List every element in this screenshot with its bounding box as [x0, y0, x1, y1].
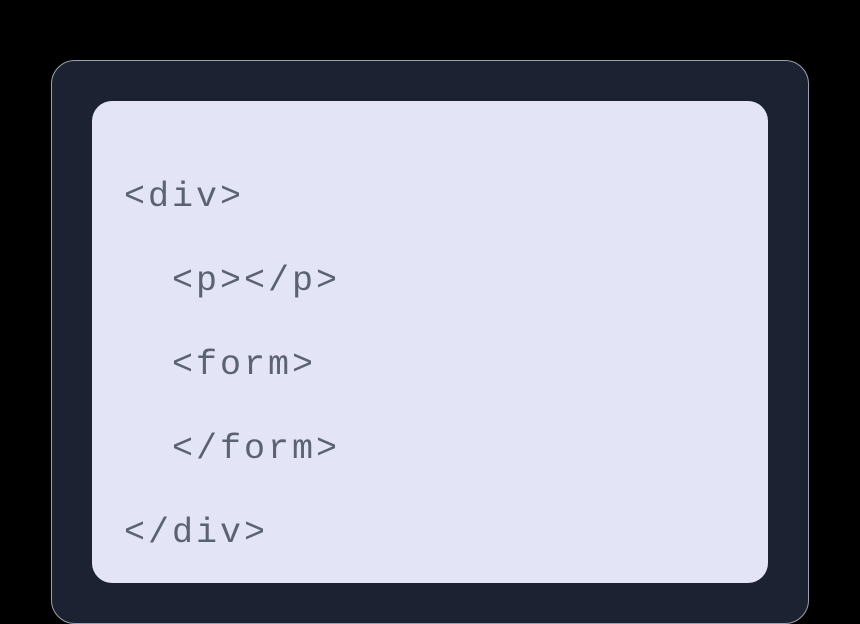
- code-line-2: <p></p>: [124, 239, 736, 323]
- code-line-5: </div>: [124, 491, 736, 575]
- code-line-1: <div>: [124, 155, 736, 239]
- code-line-4: </form>: [124, 407, 736, 491]
- code-line-3: <form>: [124, 323, 736, 407]
- code-frame: <div> <p></p> <form> </form> </div>: [51, 60, 809, 624]
- code-block: <div> <p></p> <form> </form> </div>: [92, 101, 768, 583]
